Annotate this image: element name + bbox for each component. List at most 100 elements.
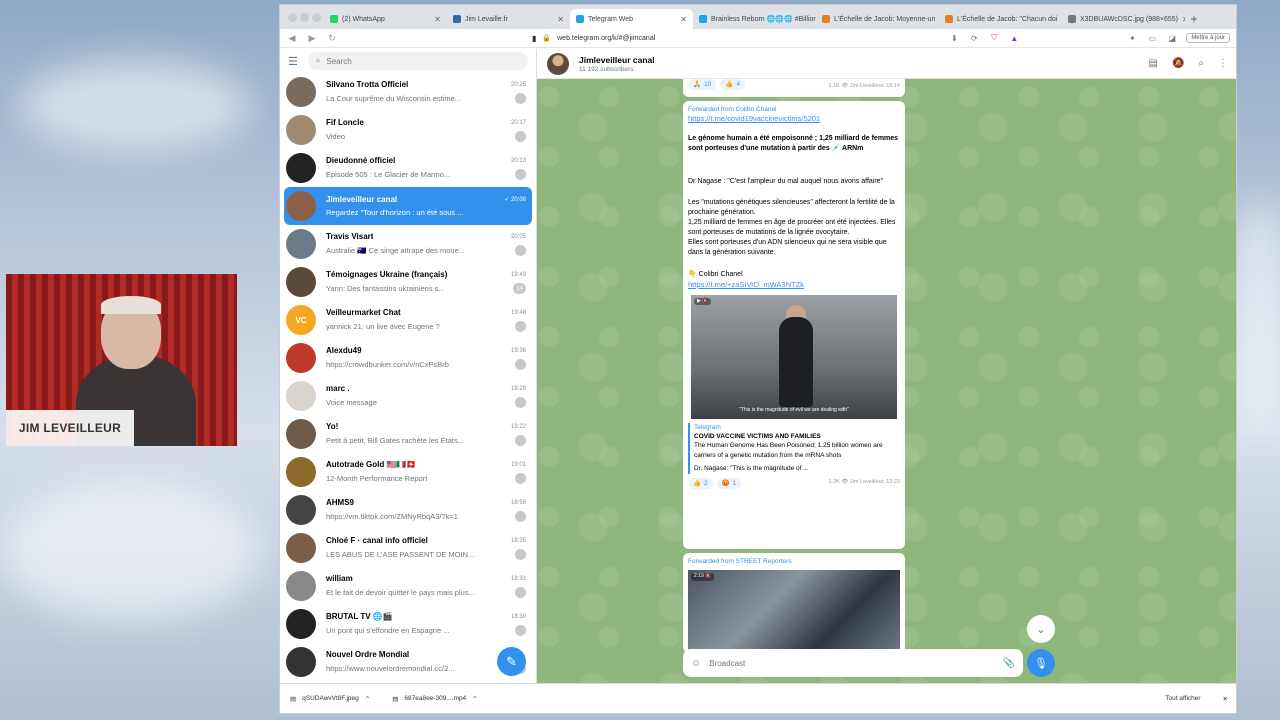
search-input[interactable] [326, 56, 520, 66]
chat-avatar[interactable] [286, 495, 316, 525]
close-downloads-icon[interactable]: ✕ [1223, 695, 1228, 703]
window-minimize-dot[interactable] [300, 13, 309, 22]
compose-pencil-icon[interactable]: ✎ [497, 647, 526, 676]
attach-icon[interactable]: 📎 [1003, 658, 1015, 669]
extensions-icon[interactable]: ✦ [1126, 34, 1138, 43]
download-icon[interactable]: ⬇ [948, 34, 960, 43]
search-box[interactable]: ⌕ [307, 52, 528, 70]
tab-close-icon[interactable]: ✕ [434, 15, 441, 24]
comments-icon[interactable]: ▤ [1148, 58, 1157, 69]
chat-list-item[interactable]: Autotrade Gold 🇺🇸🇮🇹🇨🇭 19:01 12-Month Per… [284, 453, 532, 491]
window-close-dot[interactable] [288, 13, 297, 22]
chat-list-item[interactable]: Témoignages Ukraine (français) 19:49 Yan… [284, 263, 532, 301]
reaction-chip[interactable]: 🙏 10 [688, 79, 717, 91]
reload-icon[interactable]: ↻ [326, 33, 338, 44]
scroll-down-icon[interactable]: ⌄ [1027, 615, 1055, 643]
channel-title[interactable]: Jimleveilleur canal [579, 55, 655, 65]
chat-list-item[interactable]: Chloé F · canal info officiel 18:35 LES … [284, 529, 532, 567]
bookmark-icon[interactable]: ▮ [532, 34, 536, 43]
chat-list-item[interactable]: william 18:31 Et le fait de devoir quitt… [284, 567, 532, 605]
chat-list-item[interactable]: Nouvel Ordre Mondial https://www.nouvelo… [284, 643, 532, 681]
download-item[interactable]: ▤ 687ea8ee-309....mp4 ⌃ [392, 695, 477, 703]
chat-list-item[interactable]: Fif Loncle 20:17 Video [284, 111, 532, 149]
microphone-icon[interactable]: 🎙 [1027, 649, 1055, 677]
chat-list-item[interactable]: Dieudonné officiel 20:13 Episode 505 : L… [284, 149, 532, 187]
chat-list-item[interactable]: Travis Visart 20:05 Australie 🇦🇺 Ce sing… [284, 225, 532, 263]
browser-tab[interactable]: L'Échelle de Jacob: Moyenne-un✕ [816, 9, 939, 29]
channel-avatar[interactable] [547, 52, 569, 75]
forwarded-from[interactable]: Forwarded from STREET Reporters [688, 557, 900, 566]
chat-avatar[interactable] [286, 647, 316, 677]
brave-shield-icon[interactable]: ⛉ [988, 33, 1000, 43]
chat-list-item[interactable]: BRUTAL TV 🌐🎬 18:30 Un pont qui s'effondr… [284, 605, 532, 643]
chat-avatar[interactable] [286, 115, 316, 145]
chevron-up-icon[interactable]: ⌃ [472, 695, 477, 703]
url-field[interactable]: ▮ 🔒 web.telegram.org/k/#@jimcanal [346, 34, 940, 43]
wallet-icon[interactable]: ◪ [1166, 34, 1178, 43]
chat-avatar[interactable] [286, 419, 316, 449]
forwarded-from[interactable]: Forwarded from Colibri Chanel [688, 105, 900, 114]
browser-tab[interactable]: (2) WhatsApp ✕ [324, 9, 447, 29]
message-composer[interactable]: ☺ 📎 [683, 649, 1023, 677]
reaction-chip[interactable]: 😡 1 [716, 477, 742, 490]
chat-avatar[interactable] [286, 343, 316, 373]
message-link[interactable]: https://t.me/+zaSIVrD_mWA3NTZk [688, 280, 900, 291]
back-icon[interactable]: ◀ [286, 33, 298, 44]
chat-avatar[interactable] [286, 229, 316, 259]
chat-avatar[interactable] [286, 609, 316, 639]
chevron-up-icon[interactable]: ⌃ [365, 695, 370, 703]
mute-bell-icon[interactable]: 🔕 [1172, 58, 1184, 69]
tab-close-icon[interactable]: ✕ [557, 15, 564, 24]
browser-tab[interactable]: Jim Levaille.fr ✕ [447, 9, 570, 29]
chat-list-item[interactable]: VC Veilleurmarket Chat 19:48 yannick 21:… [284, 301, 532, 339]
window-maximize-dot[interactable] [312, 13, 321, 22]
reaction-chip[interactable]: 👍 4 [720, 79, 746, 91]
tab-close-icon[interactable]: ✕ [680, 15, 687, 24]
chat-avatar[interactable] [286, 457, 316, 487]
chat-header[interactable]: Jimleveilleur canal 11 192 subscribers ▤… [537, 49, 1236, 79]
search-icon[interactable]: ⌕ [1198, 58, 1204, 69]
chat-avatar[interactable] [286, 267, 316, 297]
video-thumbnail[interactable]: 2:19 🔇 [688, 570, 900, 651]
link-preview[interactable]: Telegram COVID VACCINE VICTIMS AND FAMIL… [688, 422, 900, 474]
chat-list-item[interactable]: Silvano Trotta Officiel 20:25 La Cour su… [284, 73, 532, 111]
emoji-icon[interactable]: ☺ [691, 658, 701, 669]
video-thumbnail[interactable]: ▶ 🔇 "This is the magnitude of evil we ar… [691, 294, 897, 419]
chat-avatar[interactable] [286, 153, 316, 183]
browser-tab[interactable]: Telegram Web ✕ [570, 9, 693, 29]
chat-list-item[interactable]: Yo! 19:22 Petit à petit, Bill Gates rach… [284, 415, 532, 453]
message-bubble[interactable]: Forwarded from STREET Reporters 2:19 🔇 [683, 553, 905, 653]
more-options-icon[interactable]: ⋮ [1218, 58, 1228, 69]
chat-avatar[interactable] [286, 77, 316, 107]
browser-tab[interactable]: L'Échelle de Jacob: "Chacun doi✕ [939, 9, 1062, 29]
download-item[interactable]: ▤ qSUDAwvVt8F.jpeg ⌃ [290, 695, 370, 703]
sidebar-icon[interactable]: ▭ [1146, 34, 1158, 43]
chat-list-item[interactable]: AHMS9 18:58 https://vm.tiktok.com/ZMNyRb… [284, 491, 532, 529]
message-bubble[interactable]: Forwarded from Colibri Chanel https://t.… [683, 101, 905, 549]
menu-icon[interactable]: ☰ [288, 55, 298, 68]
browser-tab[interactable]: X3DBUAWcDSC.jpg (988×655) ✕ [1062, 9, 1185, 29]
new-tab-button[interactable]: + [1185, 9, 1203, 29]
chat-avatar[interactable] [286, 191, 316, 221]
speaker-figure [779, 316, 813, 407]
show-all-downloads-button[interactable]: Tout afficher [1165, 695, 1200, 702]
url-text[interactable]: web.telegram.org/k/#@jimcanal [557, 35, 655, 42]
chat-list-item[interactable]: Jimleveilleur canal ✓ 20:08 Regardez "To… [284, 187, 532, 225]
browser-tab[interactable]: Brainless Reborn 🌐🌐🌐 #Billion✕ [693, 9, 816, 29]
chat-avatar[interactable] [286, 571, 316, 601]
chat-avatar[interactable] [286, 381, 316, 411]
share-icon[interactable]: ⟳ [968, 34, 980, 43]
chat-list-item[interactable]: marc . 19:29 Voice message [284, 377, 532, 415]
reaction-chip[interactable]: 👍 2 [688, 477, 713, 490]
forward-icon[interactable]: ▶ [306, 33, 318, 44]
chat-list-item[interactable]: Alexdu49 19:36 https://crowdbunker.com/v… [284, 339, 532, 377]
tab-close-icon[interactable]: ✕ [1182, 15, 1185, 24]
broadcast-input[interactable] [709, 658, 995, 668]
rewards-icon[interactable]: ▲ [1008, 34, 1020, 43]
chat-avatar[interactable] [286, 533, 316, 563]
update-button[interactable]: Mettre à jour [1186, 33, 1230, 43]
chat-avatar[interactable]: VC [286, 305, 316, 335]
message-bubble[interactable]: 🙏 10 👍 4 1.1K 👁 Jim Leveilleur, 19:14 [683, 79, 905, 97]
message-link[interactable]: https://t.me/covid19vaccinevictims/5201 [688, 114, 900, 125]
message-area[interactable]: 🙏 10 👍 4 1.1K 👁 Jim Leveilleur, 19:14 Forwa… [537, 79, 1236, 685]
